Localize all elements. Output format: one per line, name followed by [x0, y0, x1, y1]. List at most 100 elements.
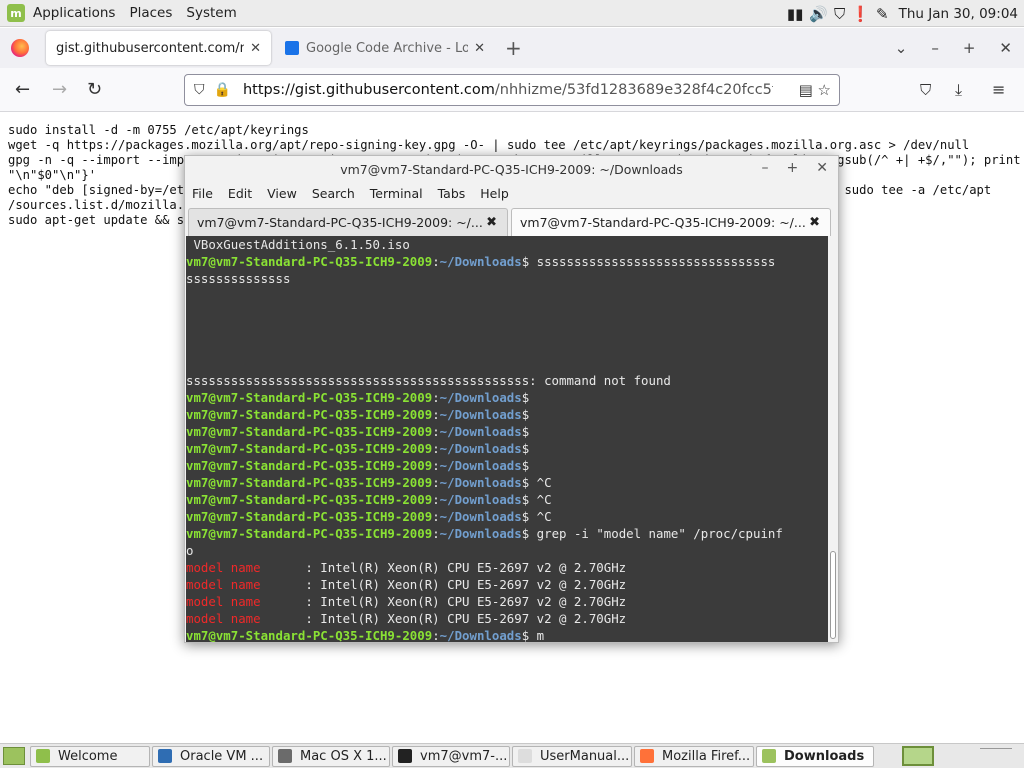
close-tab-icon[interactable]: ✕ — [474, 41, 485, 56]
command-text: ^C — [529, 475, 552, 490]
network-icon[interactable]: ▮▮ — [787, 5, 804, 23]
prompt-colon: : — [432, 492, 440, 507]
firefox-icon — [11, 39, 29, 57]
close-icon[interactable]: ✕ — [816, 160, 828, 176]
maximize-icon[interactable]: + — [787, 160, 799, 176]
window-list: Welcome Oracle VM ... Mac OS X 1... vm7@vm7… — [30, 745, 876, 767]
close-tab-icon[interactable]: ✖ — [809, 215, 820, 230]
list-all-tabs-icon[interactable]: ⌄ — [895, 39, 908, 57]
menu-places[interactable]: Places — [129, 5, 172, 21]
grep-match: model name — [186, 560, 261, 575]
reader-and-bookmark-icons[interactable]: ▤ ☆ — [799, 81, 831, 99]
shield-icon[interactable]: ⛉ — [834, 5, 845, 23]
terminal-output[interactable]: VBoxGuestAdditions_6.1.50.iso vm7@vm7-Sta… — [186, 236, 829, 642]
app-menu-icon[interactable]: ≡ — [992, 80, 1005, 99]
prompt-colon: : — [432, 526, 440, 541]
terminal-tab-1[interactable]: vm7@vm7-Standard-PC-Q35-ICH9-2009: ~/...… — [188, 208, 508, 236]
terminal-tab-title: vm7@vm7-Standard-PC-Q35-ICH9-2009: ~/... — [520, 215, 806, 230]
page-line: wget -q https://packages.mozilla.org/apt… — [8, 138, 970, 152]
menu-view[interactable]: View — [267, 186, 297, 201]
terminal-titlebar[interactable]: vm7@vm7-Standard-PC-Q35-ICH9-2009: ~/Dow… — [185, 156, 838, 182]
terminal-line: model name : Intel(R) Xeon(R) CPU E5-269… — [186, 576, 829, 593]
new-tab-button[interactable]: + — [505, 36, 522, 60]
volume-icon[interactable]: 🔊 — [809, 5, 828, 23]
prompt-dollar: $ — [521, 407, 530, 422]
terminal-line: vm7@vm7-Standard-PC-Q35-ICH9-2009:~/Down… — [186, 389, 829, 406]
google-code-favicon-icon — [285, 41, 299, 55]
downloads-icon[interactable]: ⤓ — [955, 80, 962, 100]
lock-icon[interactable]: 🔒 — [214, 82, 231, 98]
prompt-path: ~/Downloads — [439, 509, 522, 524]
prompt-path: ~/Downloads — [439, 390, 522, 405]
scrollbar-thumb[interactable] — [830, 551, 836, 639]
menu-tabs[interactable]: Tabs — [438, 186, 466, 201]
terminal-line: model name : Intel(R) Xeon(R) CPU E5-269… — [186, 593, 829, 610]
mint-menu-icon[interactable]: m — [7, 4, 25, 22]
prompt-path: ~/Downloads — [439, 526, 522, 541]
terminal-line: model name : Intel(R) Xeon(R) CPU E5-269… — [186, 559, 829, 576]
prompt-user: vm7@vm7-Standard-PC-Q35-ICH9-2009 — [186, 492, 433, 507]
pen-icon[interactable]: ✎ — [876, 5, 889, 23]
menu-search[interactable]: Search — [312, 186, 355, 201]
prompt-colon: : — [432, 475, 440, 490]
workspace-2[interactable] — [980, 748, 1012, 766]
maximize-icon[interactable]: + — [963, 39, 976, 57]
menu-applications[interactable]: Applications — [33, 5, 115, 21]
command-text: grep -i "model name" /proc/cpuinf — [529, 526, 783, 541]
taskbar-item[interactable]: Downloads — [756, 745, 874, 767]
pocket-icon[interactable]: ⛉ — [920, 81, 931, 99]
tab-gist[interactable]: gist.githubusercontent.com/nh ✕ — [46, 31, 271, 65]
close-window-icon[interactable]: ✕ — [999, 39, 1012, 57]
terminal-line: vm7@vm7-Standard-PC-Q35-ICH9-2009:~/Down… — [186, 406, 829, 423]
terminal-tabs: vm7@vm7-Standard-PC-Q35-ICH9-2009: ~/...… — [185, 204, 838, 236]
taskbar-item[interactable]: Mozilla Firef... — [634, 745, 754, 767]
terminal-window[interactable]: vm7@vm7-Standard-PC-Q35-ICH9-2009: ~/Dow… — [184, 155, 839, 643]
terminal-scrollbar[interactable] — [828, 236, 838, 642]
minimize-icon[interactable]: – — [931, 39, 939, 57]
prompt-user: vm7@vm7-Standard-PC-Q35-ICH9-2009 — [186, 475, 433, 490]
menu-system[interactable]: System — [186, 5, 236, 21]
forward-icon[interactable]: → — [52, 79, 67, 100]
taskbar-item[interactable]: Mac OS X 1... — [272, 745, 390, 767]
prompt-user: vm7@vm7-Standard-PC-Q35-ICH9-2009 — [186, 254, 433, 269]
terminal-icon — [398, 749, 412, 763]
back-icon[interactable]: ← — [15, 79, 30, 100]
tracking-protection-icon[interactable]: ⛉ — [194, 82, 205, 98]
taskbar-item[interactable]: Oracle VM ... — [152, 745, 270, 767]
clock[interactable]: Thu Jan 30, 09:04 — [899, 6, 1018, 22]
reload-icon[interactable]: ↻ — [87, 79, 102, 100]
menu-edit[interactable]: Edit — [228, 186, 252, 201]
terminal-line: ssssssssssssss — [186, 271, 291, 286]
menu-help[interactable]: Help — [480, 186, 509, 201]
url-text[interactable]: https://gist.githubusercontent.com/nhhiz… — [243, 82, 773, 98]
command-text: ssssssssssssssssssssssssssssssss — [529, 254, 776, 269]
grep-match: model name — [186, 577, 261, 592]
url-bar[interactable]: ⛉ 🔒 https://gist.githubusercontent.com/n… — [184, 74, 840, 106]
mint-welcome-icon — [36, 749, 50, 763]
virtualbox-icon — [158, 749, 172, 763]
prompt-dollar: $ — [521, 424, 530, 439]
terminal-tab-2[interactable]: vm7@vm7-Standard-PC-Q35-ICH9-2009: ~/...… — [511, 208, 831, 236]
prompt-user: vm7@vm7-Standard-PC-Q35-ICH9-2009 — [186, 424, 433, 439]
workspace-switcher[interactable] — [902, 746, 934, 766]
terminal-line: vm7@vm7-Standard-PC-Q35-ICH9-2009:~/Down… — [186, 525, 829, 542]
show-desktop-button[interactable] — [3, 747, 25, 765]
taskbar-item[interactable]: UserManual... — [512, 745, 632, 767]
close-tab-icon[interactable]: ✖ — [486, 215, 497, 230]
close-tab-icon[interactable]: ✕ — [250, 41, 261, 56]
tab-google-code[interactable]: Google Code Archive - Long ✕ — [275, 31, 495, 65]
minimize-icon[interactable]: – — [762, 160, 769, 176]
update-alert-icon[interactable]: ❗ — [851, 5, 870, 23]
grep-match: model name — [186, 611, 261, 626]
terminal-line: vm7@vm7-Standard-PC-Q35-ICH9-2009:~/Down… — [186, 474, 829, 491]
menu-terminal[interactable]: Terminal — [370, 186, 423, 201]
prompt-user: vm7@vm7-Standard-PC-Q35-ICH9-2009 — [186, 509, 433, 524]
taskbar-item[interactable]: vm7@vm7-... — [392, 745, 510, 767]
prompt-colon: : — [432, 254, 440, 269]
menu-file[interactable]: File — [192, 186, 213, 201]
terminal-line: VBoxGuestAdditions_6.1.50.iso — [186, 237, 410, 252]
taskbar-item[interactable]: Welcome — [30, 745, 150, 767]
